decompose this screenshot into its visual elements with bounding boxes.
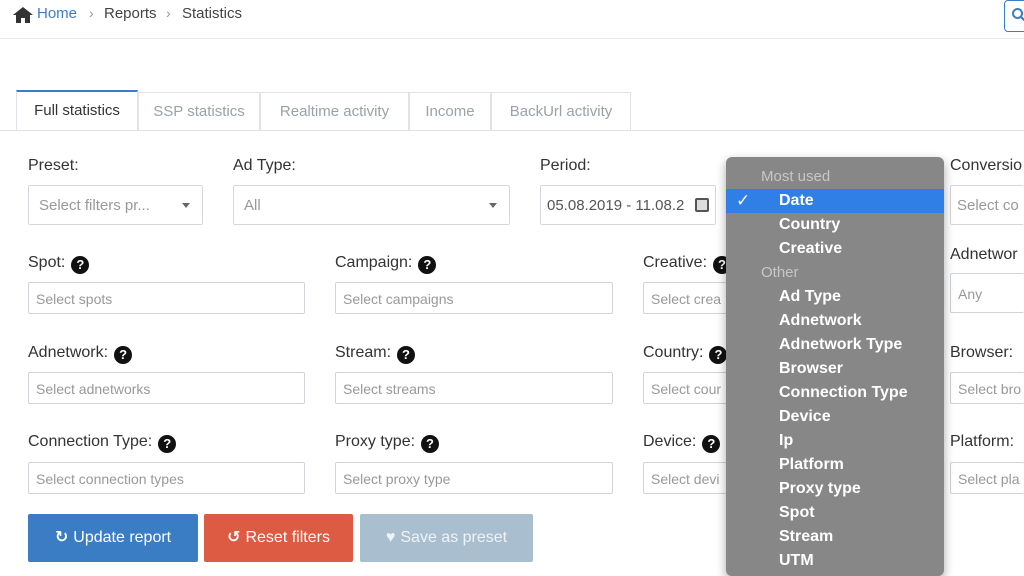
creative-label-text: Creative: [643, 254, 708, 271]
dropdown-item-date[interactable]: Date [779, 192, 814, 210]
breadcrumb-separator: › [166, 5, 171, 21]
preset-select[interactable]: Select filters pr... [28, 185, 203, 225]
spot-input[interactable]: Select spots [28, 282, 305, 314]
tab-backurl-activity[interactable]: BackUrl activity [491, 92, 631, 130]
help-icon[interactable]: ? [71, 256, 90, 274]
chevron-down-icon [489, 203, 497, 208]
adnetwork-label-text: Adnetwork: [28, 344, 109, 361]
dropdown-item-proxy-type[interactable]: Proxy type [779, 480, 861, 498]
dropdown-group-other: Other [761, 264, 799, 281]
stream-label-text: Stream: [335, 344, 392, 361]
proxy-type-input[interactable]: Select proxy type [335, 462, 613, 494]
home-icon[interactable] [12, 6, 34, 24]
adnetwork-any-select[interactable]: Any [950, 273, 1024, 313]
stream-input[interactable]: Select streams [335, 372, 613, 404]
dropdown-group-most-used: Most used [761, 168, 831, 185]
browser-input[interactable]: Select bro [950, 372, 1024, 404]
tab-full-statistics[interactable]: Full statistics [16, 90, 138, 130]
country-input[interactable]: Select cour [643, 372, 733, 404]
adnetwork-label: Adnetwork:? [28, 344, 133, 364]
proxy-type-label: Proxy type:? [335, 433, 440, 453]
device-label: Device:? [643, 433, 721, 453]
connection-type-input[interactable]: Select connection types [28, 462, 305, 494]
refresh-icon: ↻ [54, 529, 69, 546]
adnetwork-right-label: Adnetwor [950, 246, 1018, 263]
dropdown-item-adnetwork-type[interactable]: Adnetwork Type [779, 336, 902, 354]
dropdown-item-stream[interactable]: Stream [779, 528, 833, 546]
help-icon[interactable]: ? [702, 435, 721, 453]
device-input[interactable]: Select devi [643, 462, 733, 494]
update-report-button[interactable]: ↻ Update report [28, 514, 198, 562]
stream-label: Stream:? [335, 344, 416, 364]
save-as-preset-label: Save as preset [400, 529, 508, 546]
dropdown-item-platform[interactable]: Platform [779, 456, 844, 474]
campaign-label-text: Campaign: [335, 254, 413, 271]
preset-label: Preset: [28, 157, 79, 174]
calendar-icon[interactable] [695, 198, 709, 212]
group-by-dropdown-menu: Most used ✓ Date Country Creative Other … [726, 157, 944, 576]
campaign-input[interactable]: Select campaigns [335, 282, 613, 314]
adnetwork-input[interactable]: Select adnetworks [28, 372, 305, 404]
browser-label: Browser: [950, 344, 1014, 361]
spot-label-text: Spot: [28, 254, 66, 271]
tab-income[interactable]: Income [409, 92, 491, 130]
dropdown-item-spot[interactable]: Spot [779, 504, 815, 522]
reset-filters-label: Reset filters [245, 529, 330, 546]
ad-type-value: All [244, 197, 261, 214]
creative-label: Creative:? [643, 254, 732, 274]
help-icon[interactable]: ? [418, 256, 437, 274]
save-as-preset-button[interactable]: ♥ Save as preset [360, 514, 533, 562]
checkmark-icon: ✓ [736, 191, 751, 210]
help-icon[interactable]: ? [114, 346, 133, 364]
tab-realtime-activity[interactable]: Realtime activity [260, 92, 409, 130]
spot-label: Spot:? [28, 254, 90, 274]
platform-label: Platform: [950, 433, 1015, 450]
proxy-type-label-text: Proxy type: [335, 433, 416, 450]
period-label: Period: [540, 157, 591, 174]
chevron-down-icon [182, 203, 190, 208]
ad-type-select[interactable]: All [233, 185, 510, 225]
dropdown-item-utm[interactable]: UTM [779, 552, 814, 570]
search-button[interactable] [1004, 0, 1024, 32]
device-label-text: Device: [643, 433, 697, 450]
help-icon[interactable]: ? [158, 435, 177, 453]
dropdown-item-adnetwork[interactable]: Adnetwork [779, 312, 862, 330]
breadcrumb-separator: › [89, 5, 94, 21]
breadcrumb-home[interactable]: Home [37, 5, 77, 22]
period-value: 05.08.2019 - 11.08.2 [547, 197, 685, 214]
campaign-label: Campaign:? [335, 254, 437, 274]
search-icon [1012, 8, 1024, 22]
top-bar: Home › Reports › Statistics [0, 0, 1024, 39]
heart-icon: ♥ [385, 529, 396, 546]
country-label: Country:? [643, 344, 728, 364]
tab-ssp-statistics[interactable]: SSP statistics [138, 92, 260, 130]
breadcrumb-current: Statistics [182, 5, 243, 22]
dropdown-item-ip[interactable]: Ip [779, 432, 793, 450]
dropdown-item-browser[interactable]: Browser [779, 360, 843, 378]
dropdown-item-country[interactable]: Country [779, 216, 840, 234]
creative-input[interactable]: Select crea [643, 282, 733, 314]
dropdown-item-connection-type[interactable]: Connection Type [779, 384, 908, 402]
connection-type-label: Connection Type:? [28, 433, 177, 453]
help-icon[interactable]: ? [709, 346, 728, 364]
dropdown-selected-highlight [726, 189, 944, 213]
platform-input[interactable]: Select pla [950, 462, 1024, 494]
conversion-select[interactable]: Select co [950, 185, 1024, 225]
connection-type-label-text: Connection Type: [28, 433, 153, 450]
period-date-range-input[interactable]: 05.08.2019 - 11.08.2 [540, 185, 716, 225]
breadcrumb-reports[interactable]: Reports [104, 5, 157, 22]
dropdown-item-creative[interactable]: Creative [779, 240, 842, 258]
update-report-label: Update report [73, 529, 172, 546]
help-icon[interactable]: ? [421, 435, 440, 453]
dropdown-item-ad-type[interactable]: Ad Type [779, 288, 841, 306]
help-icon[interactable]: ? [397, 346, 416, 364]
undo-icon: ↺ [227, 529, 241, 546]
conversion-value: Select co [957, 197, 1019, 214]
conversion-label: Conversio [950, 157, 1023, 174]
dropdown-item-device[interactable]: Device [779, 408, 831, 426]
reset-filters-button[interactable]: ↺ Reset filters [204, 514, 353, 562]
country-label-text: Country: [643, 344, 704, 361]
ad-type-label: Ad Type: [233, 157, 296, 174]
preset-value: Select filters pr... [39, 197, 150, 214]
